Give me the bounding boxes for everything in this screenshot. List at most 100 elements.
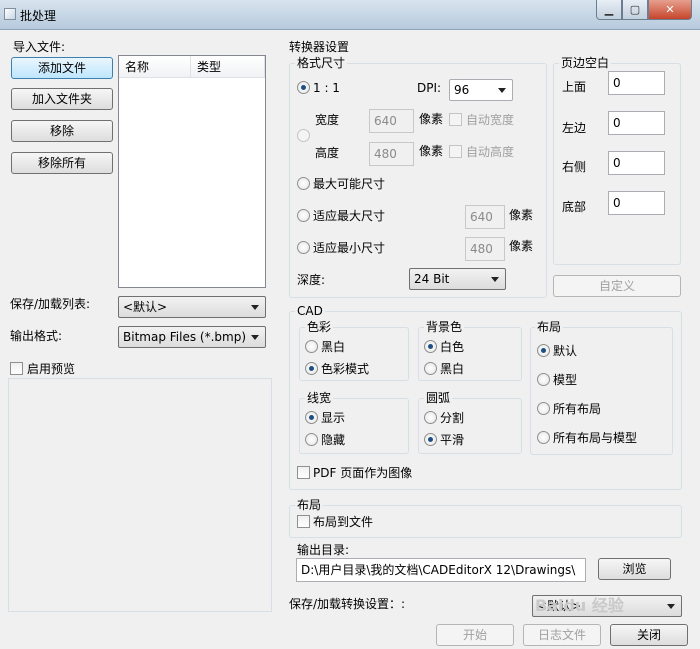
height-unit-label: 像素 bbox=[419, 144, 444, 158]
log-file-button[interactable]: 日志文件 bbox=[523, 624, 601, 646]
ratio-1-1-radio[interactable] bbox=[297, 81, 310, 94]
bg-white-radio[interactable] bbox=[424, 340, 437, 353]
layout-section-title: 布局 bbox=[295, 498, 324, 512]
color-mode-label: 色彩模式 bbox=[321, 362, 370, 376]
dpi-dropdown[interactable]: 96 bbox=[449, 79, 513, 101]
color-title: 色彩 bbox=[305, 320, 334, 334]
depth-value: 24 Bit bbox=[414, 272, 450, 286]
title-bar: 批处理 ▁ ▢ ✕ bbox=[0, 0, 700, 30]
margin-right-input[interactable]: 0 bbox=[608, 151, 665, 175]
height-label: 高度 bbox=[315, 146, 340, 160]
start-button[interactable]: 开始 bbox=[436, 624, 514, 646]
depth-dropdown[interactable]: 24 Bit bbox=[409, 268, 506, 290]
bg-bw-label: 黑白 bbox=[440, 362, 465, 376]
height-input[interactable]: 480 bbox=[369, 142, 414, 166]
depth-label: 深度: bbox=[297, 273, 326, 287]
auto-height-label: 自动高度 bbox=[466, 145, 515, 159]
save-load-list-dropdown[interactable]: <默认> bbox=[118, 296, 266, 318]
ratio-1-1-label: 1 : 1 bbox=[313, 81, 340, 95]
lineweight-group bbox=[299, 398, 409, 454]
custom-size-radio[interactable] bbox=[297, 129, 310, 142]
lineweight-show-radio[interactable] bbox=[305, 411, 318, 424]
layout-model-label: 模型 bbox=[553, 373, 578, 387]
width-unit-label: 像素 bbox=[419, 112, 444, 126]
margin-bottom-input[interactable]: 0 bbox=[608, 191, 665, 215]
fit-min-unit-label: 像素 bbox=[509, 239, 534, 253]
fit-max-label: 适应最大尺寸 bbox=[313, 209, 386, 223]
column-header-type[interactable]: 类型 bbox=[191, 56, 265, 78]
margin-bottom-label: 底部 bbox=[562, 200, 587, 214]
margin-right-label: 右侧 bbox=[562, 160, 587, 174]
file-list[interactable]: 名称 类型 bbox=[118, 55, 266, 288]
enable-preview-checkbox[interactable] bbox=[10, 362, 23, 375]
baidu-watermark: Baidu 经验 bbox=[535, 596, 624, 615]
fit-min-label: 适应最小尺寸 bbox=[313, 241, 386, 255]
layout-options-title: 布局 bbox=[535, 320, 564, 334]
minimize-button[interactable]: ▁ bbox=[596, 0, 622, 20]
output-format-dropdown[interactable]: Bitmap Files (*.bmp) bbox=[118, 326, 266, 348]
lineweight-show-label: 显示 bbox=[321, 411, 346, 425]
converter-settings-title: 转换器设置 bbox=[289, 40, 350, 54]
add-file-button[interactable]: 添加文件 bbox=[11, 57, 113, 79]
margin-left-input[interactable]: 0 bbox=[608, 111, 665, 135]
enable-preview-label: 启用预览 bbox=[27, 362, 76, 376]
column-header-name[interactable]: 名称 bbox=[119, 56, 191, 78]
output-dir-label: 输出目录: bbox=[297, 543, 350, 557]
chevron-down-icon bbox=[251, 335, 259, 340]
output-format-value: Bitmap Files (*.bmp) bbox=[123, 330, 246, 344]
width-input[interactable]: 640 bbox=[369, 109, 414, 133]
layout-to-file-checkbox[interactable] bbox=[297, 515, 310, 528]
dpi-value: 96 bbox=[454, 83, 470, 97]
batch-window: 批处理 ▁ ▢ ✕ 导入文件: 添加文件 加入文件夹 移除 移除所有 名称 类型… bbox=[0, 0, 700, 649]
max-possible-radio[interactable] bbox=[297, 177, 310, 190]
background-title: 背景色 bbox=[424, 320, 465, 334]
save-load-list-label: 保存/加载列表: bbox=[10, 297, 91, 311]
arc-split-label: 分割 bbox=[440, 411, 465, 425]
arc-smooth-label: 平滑 bbox=[440, 433, 465, 447]
fit-max-radio[interactable] bbox=[297, 209, 310, 222]
color-mode-radio[interactable] bbox=[305, 362, 318, 375]
fit-min-input[interactable]: 480 bbox=[465, 237, 505, 261]
pdf-as-image-label: PDF 页面作为图像 bbox=[313, 466, 413, 480]
margin-top-label: 上面 bbox=[562, 80, 587, 94]
chevron-down-icon bbox=[251, 305, 259, 310]
pdf-as-image-checkbox[interactable] bbox=[297, 466, 310, 479]
margin-left-label: 左边 bbox=[562, 121, 587, 135]
margin-top-input[interactable]: 0 bbox=[608, 71, 665, 95]
remove-all-button[interactable]: 移除所有 bbox=[11, 152, 113, 174]
save-load-settings-label: 保存/加载转换设置：: bbox=[289, 597, 406, 611]
layout-default-radio[interactable] bbox=[537, 344, 550, 357]
fit-max-input[interactable]: 640 bbox=[465, 205, 505, 229]
window-title: 批处理 bbox=[20, 9, 57, 23]
auto-width-label: 自动宽度 bbox=[466, 113, 515, 127]
arc-split-radio[interactable] bbox=[424, 411, 437, 424]
layout-default-label: 默认 bbox=[553, 344, 578, 358]
footer-bar: 开始 日志文件 关闭 bbox=[0, 621, 700, 649]
output-format-label: 输出格式: bbox=[10, 329, 63, 343]
layout-all-model-label: 所有布局与模型 bbox=[553, 431, 638, 445]
remove-button[interactable]: 移除 bbox=[11, 120, 113, 142]
lineweight-title: 线宽 bbox=[305, 391, 334, 405]
bg-bw-radio[interactable] bbox=[424, 362, 437, 375]
output-dir-input[interactable]: D:\用户目录\我的文档\CADEditorX 12\Drawings\ bbox=[296, 558, 586, 582]
app-icon bbox=[4, 8, 16, 20]
arc-title: 圆弧 bbox=[424, 391, 453, 405]
arc-smooth-radio[interactable] bbox=[424, 433, 437, 446]
fit-min-radio[interactable] bbox=[297, 241, 310, 254]
layout-all-radio[interactable] bbox=[537, 402, 550, 415]
close-window-button[interactable]: ✕ bbox=[648, 0, 692, 20]
auto-width-checkbox[interactable] bbox=[449, 113, 462, 126]
maximize-button[interactable]: ▢ bbox=[622, 0, 648, 20]
preview-area bbox=[8, 378, 272, 612]
layout-model-radio[interactable] bbox=[537, 373, 550, 386]
layout-all-model-radio[interactable] bbox=[537, 431, 550, 444]
custom-margins-button[interactable]: 自定义 bbox=[553, 275, 681, 297]
arc-group bbox=[418, 398, 522, 454]
lineweight-hide-radio[interactable] bbox=[305, 433, 318, 446]
color-bw-radio[interactable] bbox=[305, 340, 318, 353]
add-folder-button[interactable]: 加入文件夹 bbox=[11, 88, 113, 110]
close-button[interactable]: 关闭 bbox=[610, 624, 688, 646]
chevron-down-icon bbox=[498, 88, 506, 93]
auto-height-checkbox[interactable] bbox=[449, 145, 462, 158]
browse-button[interactable]: 浏览 bbox=[598, 558, 671, 580]
